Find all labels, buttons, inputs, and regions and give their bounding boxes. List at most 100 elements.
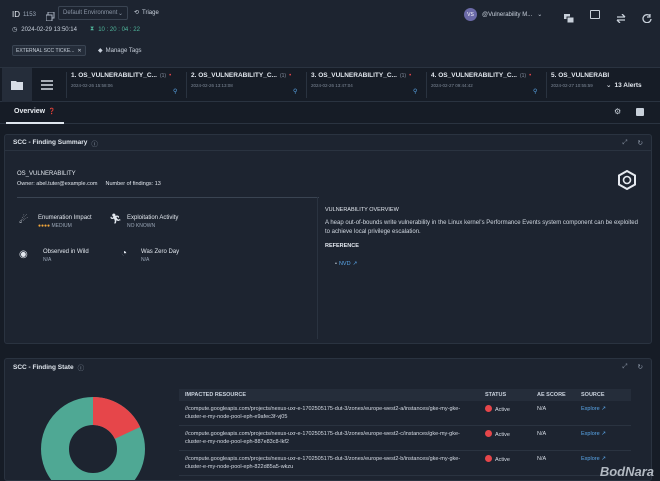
source-cell[interactable]: Explore ↗ — [575, 401, 631, 426]
refresh-icon[interactable] — [642, 10, 652, 24]
watermark-logo: BodNara — [599, 464, 654, 479]
enumeration-impact: Enumeration Impact ●●●● MEDIUM — [38, 215, 92, 229]
alert-tab-count: (1) — [399, 72, 407, 79]
finding-meta: Owner: abel.tuter@example.com Number of … — [17, 181, 161, 187]
user-icon: ⚲ — [173, 89, 178, 95]
score-cell: N/A — [531, 450, 575, 476]
resource-cell: //compute.googleapis.com/projects/nexus-… — [179, 450, 479, 476]
chevron-down-icon: ⌄ — [537, 12, 543, 18]
status-cell: Active — [479, 401, 531, 426]
windows-icon[interactable] — [564, 10, 575, 24]
alerts-tab-bar: 1. OS_VULNERABILITY_C... (1) • 2024-02-2… — [0, 68, 660, 102]
expand-icon[interactable]: ⤢ — [622, 139, 627, 147]
alert-tab-count: (1) — [279, 72, 287, 79]
manage-tags-button[interactable]: ◆ Manage Tags — [98, 47, 142, 55]
column-header: IMPACTED RESOURCE — [179, 389, 479, 401]
alerts-count-dropdown[interactable]: ⌄ 13 Alerts — [606, 81, 642, 90]
gear-icon[interactable]: ⚙ — [614, 107, 621, 116]
inbox-icon[interactable] — [590, 10, 600, 19]
metric-value: NO KNOWN — [127, 223, 156, 229]
refresh-icon[interactable]: ↻ — [638, 363, 643, 371]
alert-tab-2[interactable]: 2. OS_VULNERABILITY_C... (1) • 2024-02-2… — [186, 72, 306, 98]
folder-icon — [11, 81, 23, 90]
reference-link-label: NVD — [338, 261, 351, 267]
column-header: AE SCORE — [531, 389, 575, 401]
table-row[interactable]: //compute.googleapis.com/projects/nexus-… — [179, 450, 631, 476]
findings-count: Number of findings: 13 — [105, 181, 161, 187]
alert-tab-4[interactable]: 4. OS_VULNERABILITY_C... (1) • 2024-02-2… — [426, 72, 546, 98]
alert-tab-3[interactable]: 3. OS_VULNERABILITY_C... (1) • 2024-02-2… — [306, 72, 426, 98]
severity-dots-icon: ●●●● — [38, 223, 51, 229]
impacted-resources-table: IMPACTED RESOURCE STATUS AE SCORE SOURCE… — [179, 389, 631, 476]
reference-link[interactable]: • NVD ↗ — [335, 261, 357, 267]
divider — [317, 197, 318, 339]
alert-tab-5[interactable]: 5. OS_VULNERABI 2024-02-27 10:55:59 — [546, 72, 612, 98]
id-label: ID — [12, 10, 20, 19]
swap-icon[interactable] — [616, 10, 626, 24]
triage-stage[interactable]: ⟲ Triage — [134, 9, 159, 17]
metric-label: Observed in Wild — [43, 249, 89, 255]
alert-status-icon — [485, 405, 492, 412]
chevron-down-icon: ⌄ — [606, 82, 612, 89]
tag-icon: ◆ — [98, 48, 103, 54]
alert-tab-date: 2024-02-26 13:47:04 — [311, 83, 353, 88]
priority-dot-icon: • — [529, 72, 532, 79]
id-value: 1153 — [23, 11, 36, 18]
tab-overview[interactable]: Overview ❓ — [14, 108, 56, 115]
assignee[interactable]: VS @Vulnerability M... ⌄ — [464, 8, 542, 21]
alert-tab-count: (1) — [159, 72, 167, 79]
widget-title: SCC - Finding State — [13, 363, 74, 371]
chevron-down-icon: ⌄ — [117, 10, 123, 17]
alert-tab-date: 2024-02-27 10:55:59 — [551, 83, 593, 88]
alert-status-icon — [485, 455, 492, 462]
eye-icon: ◉ — [19, 249, 28, 260]
metric-value: MEDIUM — [51, 223, 72, 229]
widget-subnav: Overview ❓ ⚙ — [0, 102, 660, 124]
status-value: Active — [495, 457, 510, 463]
alert-tab-title: 2. OS_VULNERABILITY_C... — [191, 72, 277, 79]
alert-tab-title: 3. OS_VULNERABILITY_C... — [311, 72, 397, 79]
table-row[interactable]: //compute.googleapis.com/projects/nexus-… — [179, 401, 631, 426]
alerts-list-button[interactable] — [32, 68, 62, 102]
info-icon: ⓘ — [77, 365, 85, 372]
score-cell: N/A — [531, 401, 575, 426]
widget-title: SCC - Finding Summary — [13, 139, 88, 146]
timestamp: 2024-02-29 13:50:14 — [21, 26, 77, 33]
user-icon: ⚲ — [293, 89, 298, 95]
explore-link[interactable]: Explore — [581, 456, 600, 462]
table-row[interactable]: //compute.googleapis.com/projects/nexus-… — [179, 425, 631, 451]
impact-icon: ☄ — [19, 215, 28, 226]
source-cell[interactable]: Explore ↗ — [575, 425, 631, 451]
user-icon: ⚲ — [413, 89, 418, 95]
tag-chip[interactable]: EXTERNAL SCC TICKE... ✕ — [12, 45, 86, 56]
case-view-button[interactable] — [2, 68, 32, 102]
status-cell: Active — [479, 425, 531, 451]
finding-name: OS_VULNERABILITY — [17, 171, 76, 177]
external-link-icon: ↗ — [601, 431, 606, 437]
priority-dot-icon: • — [289, 72, 292, 79]
overview-title: VULNERABILITY OVERVIEW — [325, 207, 399, 213]
was-zero-day: Was Zero Day N/A — [141, 249, 179, 263]
case-header: ID 1153 Default Environment ⌄ ⟲ Triage ◷… — [0, 0, 660, 68]
alerts-count: 13 Alerts — [614, 81, 642, 89]
alert-tab-1[interactable]: 1. OS_VULNERABILITY_C... (1) • 2024-02-2… — [66, 72, 186, 98]
explore-link[interactable]: Explore — [581, 431, 600, 437]
owner: Owner: abel.tuter@example.com — [17, 181, 98, 187]
bullet: • — [335, 261, 337, 267]
observed-in-wild: Observed in Wild N/A — [43, 249, 89, 263]
metric-label: Enumeration Impact — [38, 215, 92, 221]
metric-label: Was Zero Day — [141, 249, 180, 255]
dashboard-icon[interactable] — [636, 108, 644, 116]
copy-icon[interactable] — [45, 8, 55, 22]
clock-icon: ◷ — [12, 27, 18, 33]
close-icon[interactable]: ✕ — [77, 48, 81, 54]
alert-status-icon — [485, 430, 492, 437]
expand-icon[interactable]: ⤢ — [622, 363, 627, 371]
explore-link[interactable]: Explore — [581, 406, 600, 412]
status-donut-chart — [41, 397, 145, 480]
external-link-icon: ↗ — [601, 456, 606, 462]
environment-select[interactable]: Default Environment ⌄ — [58, 6, 128, 20]
refresh-icon[interactable]: ↻ — [638, 139, 643, 147]
overview-text: A heap out-of-bounds write vulnerability… — [325, 220, 638, 235]
tag-label: EXTERNAL SCC TICKE... — [16, 47, 75, 54]
